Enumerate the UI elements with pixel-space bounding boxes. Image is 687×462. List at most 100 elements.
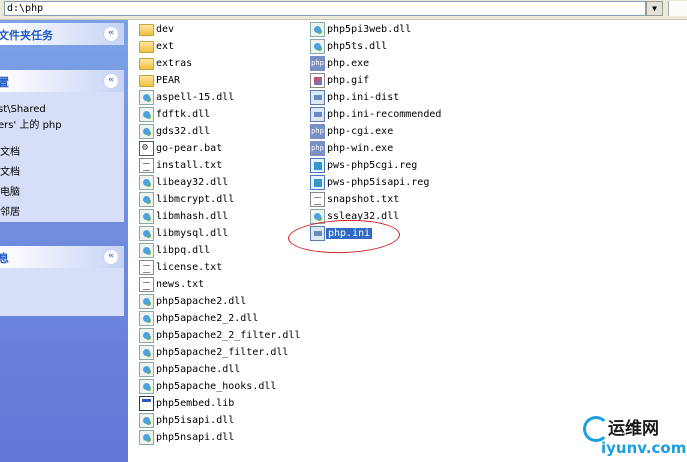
dll-file-icon <box>139 175 154 190</box>
dll-file-icon <box>139 379 154 394</box>
file-name: aspell-15.dll <box>156 92 235 103</box>
address-path: d:\php <box>7 3 44 14</box>
address-dropdown-button[interactable]: ▼ <box>646 1 663 16</box>
address-bar: d:\php ▼ <box>0 0 687 20</box>
file-name: fdftk.dll <box>156 109 211 120</box>
file-name: license.txt <box>156 262 223 273</box>
file-name: php.ini-dist <box>327 92 400 103</box>
annotation-ellipse <box>287 218 401 255</box>
address-bar-edge <box>668 1 687 16</box>
file-name: php5isapi.dll <box>156 415 235 426</box>
reg-file-icon <box>310 158 325 173</box>
dll-file-icon <box>139 107 154 122</box>
dll-file-icon <box>310 22 325 37</box>
panel-title: 文件夹任务 <box>0 29 53 42</box>
dll-file-icon <box>139 362 154 377</box>
txt-file-icon <box>139 277 154 292</box>
place-link[interactable]: st\Shared <box>0 104 46 115</box>
txt-file-icon <box>139 260 154 275</box>
file-name: php5apache2_2_filter.dll <box>156 330 301 341</box>
file-name: news.txt <box>156 279 205 290</box>
file-name: dev <box>156 24 175 35</box>
file-name: libmcrypt.dll <box>156 194 235 205</box>
panel-body-other-places: st\Shared ers' 上的 php 文档 文档 电脑 邻居 <box>0 92 124 222</box>
file-name: pws-php5cgi.reg <box>327 160 418 171</box>
file-name: pws-php5isapi.reg <box>327 177 430 188</box>
file-name: php5nsapi.dll <box>156 432 235 443</box>
exe-file-icon: php <box>310 124 325 139</box>
gif-file-icon <box>310 73 325 88</box>
collapse-chevron-icon[interactable]: « <box>103 73 119 89</box>
dll-file-icon <box>139 413 154 428</box>
file-name: install.txt <box>156 160 223 171</box>
watermark-url: iyunv.com <box>601 439 687 457</box>
dll-file-icon <box>139 294 154 309</box>
file-name: php.exe <box>327 58 370 69</box>
file-name: php5embed.lib <box>156 398 235 409</box>
file-name: libeay32.dll <box>156 177 229 188</box>
task-pane: 文件夹任务 « 置 « st\Shared ers' 上的 php 文档 文档 … <box>0 20 128 462</box>
address-input[interactable]: d:\php <box>4 1 646 16</box>
dll-file-icon <box>139 243 154 258</box>
file-name: libpq.dll <box>156 245 211 256</box>
dll-file-icon <box>139 226 154 241</box>
collapse-chevron-icon[interactable]: « <box>103 26 119 42</box>
file-name: snapshot.txt <box>327 194 400 205</box>
file-name: php5apache2.dll <box>156 296 247 307</box>
chevron-down-icon: ▼ <box>652 4 657 13</box>
dll-file-icon <box>139 90 154 105</box>
file-name: php5pi3web.dll <box>327 24 412 35</box>
dll-file-icon <box>139 328 154 343</box>
dll-file-icon <box>139 124 154 139</box>
reg-file-icon <box>310 175 325 190</box>
ini-file-icon <box>310 90 325 105</box>
panel-header-other-places[interactable]: 置 « <box>0 70 124 92</box>
file-name: go-pear.bat <box>156 143 223 154</box>
lib-file-icon <box>139 396 154 411</box>
watermark: 运维网 iyunv.com <box>583 412 687 462</box>
panel-header-folder-tasks[interactable]: 文件夹任务 « <box>0 23 124 45</box>
file-name: PEAR <box>156 75 181 86</box>
folder-icon <box>139 58 154 70</box>
panel-body-details <box>0 268 124 316</box>
file-name: php5apache2_2.dll <box>156 313 259 324</box>
ini-file-icon <box>310 107 325 122</box>
dll-file-icon <box>139 430 154 445</box>
file-name: extras <box>156 58 193 69</box>
file-name: php-cgi.exe <box>327 126 394 137</box>
place-link-my-computer[interactable]: 电脑 <box>0 183 20 198</box>
dll-file-icon <box>139 192 154 207</box>
file-name: php.ini-recommended <box>327 109 442 120</box>
bat-file-icon <box>139 141 154 156</box>
txt-file-icon <box>139 158 154 173</box>
file-name: libmhash.dll <box>156 211 229 222</box>
file-name: php5ts.dll <box>327 41 388 52</box>
watermark-text: 运维网 <box>608 419 659 439</box>
txt-file-icon <box>310 192 325 207</box>
folder-icon <box>139 75 154 87</box>
place-link-shared-documents[interactable]: 文档 <box>0 163 20 178</box>
dll-file-icon <box>139 345 154 360</box>
dll-file-icon <box>310 39 325 54</box>
file-name: php-win.exe <box>327 143 394 154</box>
place-link-documents[interactable]: 文档 <box>0 143 20 158</box>
folder-icon <box>139 41 154 53</box>
exe-file-icon: php <box>310 56 325 71</box>
file-name: libmysql.dll <box>156 228 229 239</box>
collapse-chevron-icon[interactable]: « <box>103 249 119 265</box>
panel-title: 置 <box>0 76 9 89</box>
file-name: gds32.dll <box>156 126 211 137</box>
place-link-network[interactable]: 邻居 <box>0 203 20 218</box>
file-name: php5apache.dll <box>156 364 241 375</box>
file-name: php5apache2_filter.dll <box>156 347 289 358</box>
file-name: ext <box>156 41 175 52</box>
folder-icon <box>139 24 154 36</box>
exe-file-icon: php <box>310 141 325 156</box>
place-link[interactable]: ers' 上的 php <box>0 116 62 131</box>
file-name: php5apache_hooks.dll <box>156 381 277 392</box>
panel-header-details[interactable]: 息 « <box>0 246 124 268</box>
panel-title: 息 <box>0 252 9 265</box>
file-name: php.gif <box>327 75 370 86</box>
dll-file-icon <box>139 209 154 224</box>
dll-file-icon <box>139 311 154 326</box>
